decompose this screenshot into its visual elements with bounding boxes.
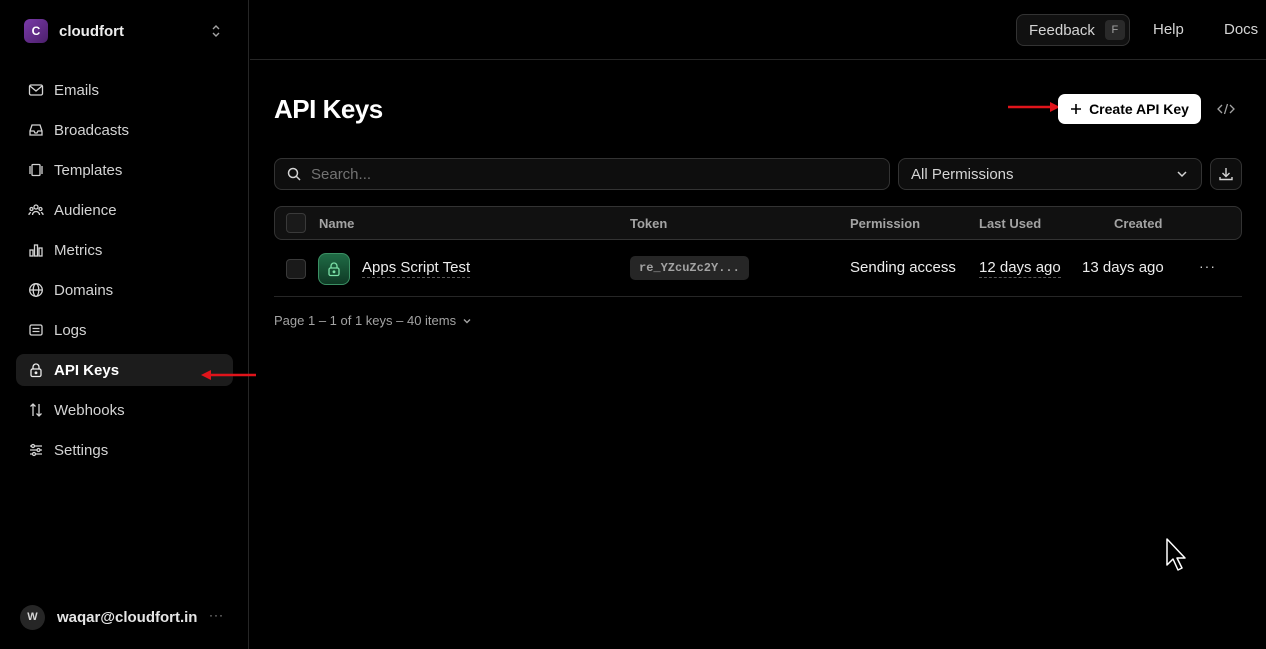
plus-icon: [1071, 104, 1082, 114]
webhook-icon: [30, 403, 42, 417]
permission-filter-value: All Permissions: [911, 165, 1014, 183]
sidebar-item-label: Logs: [54, 321, 87, 339]
avatar: W: [20, 604, 45, 630]
code-icon: [1217, 103, 1235, 115]
inbox-icon: [29, 124, 43, 136]
code-view-button[interactable]: [1212, 96, 1240, 122]
download-icon: [1219, 168, 1233, 181]
lock-icon: [30, 363, 42, 378]
users-icon: [28, 204, 44, 216]
table-header: Name Token Permission Last Used Created: [274, 206, 1242, 240]
sidebar-item-label: Emails: [54, 81, 100, 99]
mouse-cursor-icon: [1166, 538, 1186, 571]
created-cell: 13 days ago: [1082, 259, 1164, 276]
column-header-name[interactable]: Name: [319, 216, 354, 231]
export-button[interactable]: [1210, 158, 1242, 190]
column-header-created[interactable]: Created: [1114, 216, 1162, 231]
feedback-button[interactable]: Feedback F: [1016, 14, 1130, 46]
docs-link[interactable]: Docs: [1224, 21, 1258, 38]
more-horizontal-icon[interactable]: ···: [209, 608, 224, 622]
keyboard-shortcut-badge: F: [1104, 20, 1125, 40]
user-menu[interactable]: W waqar@cloudfort.in ···: [20, 604, 232, 630]
sidebar-item-label: Metrics: [54, 241, 103, 259]
list-icon: [29, 324, 43, 336]
top-bar: Feedback F Help Docs: [250, 0, 1266, 60]
sidebar-item-metrics[interactable]: Metrics: [16, 234, 233, 266]
feedback-label: Feedback: [1029, 21, 1095, 39]
pagination[interactable]: Page 1 – 1 of 1 keys – 40 items: [274, 313, 472, 328]
sidebar-item-label: Templates: [54, 161, 123, 179]
last-used-cell: 12 days ago: [979, 259, 1061, 278]
help-link[interactable]: Help: [1153, 21, 1184, 38]
annotation-arrow-icon: [1008, 102, 1060, 112]
sidebar-item-label: Webhooks: [54, 401, 125, 419]
sidebar-item-settings[interactable]: Settings: [16, 434, 233, 466]
create-api-key-button[interactable]: Create API Key: [1058, 94, 1201, 124]
create-api-key-label: Create API Key: [1089, 101, 1189, 117]
sidebar-item-audience[interactable]: Audience: [16, 194, 233, 226]
sidebar-item-domains[interactable]: Domains: [16, 274, 233, 306]
sidebar-item-label: Settings: [54, 441, 109, 459]
mail-icon: [28, 84, 44, 96]
permission-filter-select[interactable]: All Permissions: [898, 158, 1202, 190]
token-badge[interactable]: re_YZcuZc2Y...: [630, 256, 749, 280]
search-input[interactable]: [311, 165, 871, 183]
search-icon: [287, 167, 301, 181]
team-switcher[interactable]: C cloudfort: [16, 15, 232, 47]
annotation-arrow-icon: [201, 370, 256, 380]
team-name: cloudfort: [59, 22, 124, 40]
api-key-icon: [318, 253, 350, 285]
globe-icon: [29, 283, 43, 297]
sliders-icon: [30, 443, 42, 457]
lock-icon: [328, 262, 340, 277]
permission-cell: Sending access: [850, 259, 956, 276]
sidebar-item-label: Audience: [54, 201, 117, 219]
chevron-down-icon: [463, 318, 471, 323]
user-email: waqar@cloudfort.in: [57, 608, 198, 626]
sidebar-item-broadcasts[interactable]: Broadcasts: [16, 114, 233, 146]
row-checkbox[interactable]: [286, 259, 306, 279]
template-icon: [29, 163, 43, 177]
sidebar-item-templates[interactable]: Templates: [16, 154, 233, 186]
sidebar-item-webhooks[interactable]: Webhooks: [16, 394, 233, 426]
chevron-down-icon: [1177, 171, 1187, 178]
column-header-last-used[interactable]: Last Used: [979, 216, 1041, 231]
column-header-permission[interactable]: Permission: [850, 216, 920, 231]
sidebar-item-label: Domains: [54, 281, 114, 299]
chevron-up-down-icon: [212, 25, 220, 37]
sidebar-item-logs[interactable]: Logs: [16, 314, 233, 346]
page-title: API Keys: [274, 94, 383, 124]
table-row[interactable]: Apps Script Test re_YZcuZc2Y... Sending …: [274, 240, 1242, 297]
pagination-text: Page 1 – 1 of 1 keys – 40 items: [274, 313, 457, 328]
sidebar-item-label: API Keys: [54, 361, 120, 379]
sidebar-item-emails[interactable]: Emails: [16, 74, 233, 106]
sidebar-nav: Emails Broadcasts Templates Audience Met…: [16, 74, 233, 474]
column-header-token: Token: [630, 216, 668, 231]
search-field[interactable]: [274, 158, 890, 190]
team-avatar: C: [24, 19, 48, 43]
row-actions-button[interactable]: ···: [1199, 258, 1216, 274]
bar-chart-icon: [29, 244, 43, 257]
select-all-checkbox[interactable]: [286, 213, 306, 233]
sidebar-item-label: Broadcasts: [54, 121, 130, 139]
api-key-name-link[interactable]: Apps Script Test: [362, 259, 471, 278]
sidebar: C cloudfort Emails Broadcasts Templates …: [0, 0, 249, 649]
